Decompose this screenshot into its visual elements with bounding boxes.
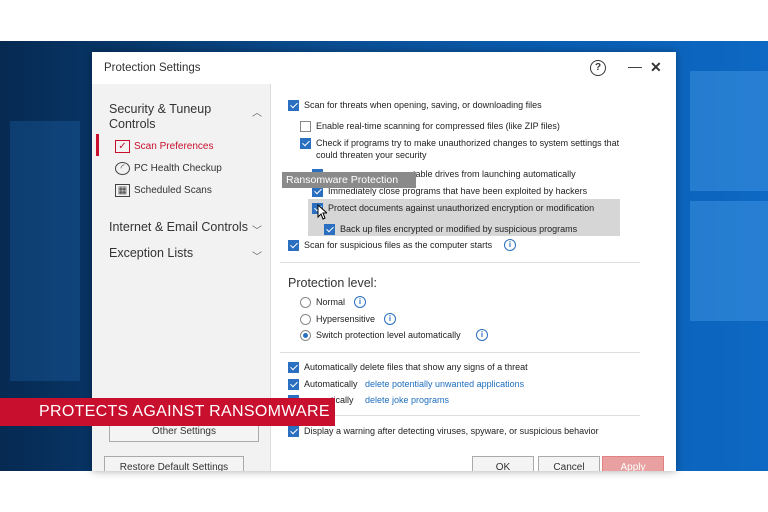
sidebar-section-internet-email[interactable]: Internet & Email Controls [109,220,248,234]
restore-defaults-button[interactable]: Restore Default Settings [104,456,244,471]
caption-banner: PROTECTS AGAINST RANSOMWARE [0,398,335,426]
label-realtime-compressed: Enable real-time scanning for compressed… [316,121,560,131]
cancel-button[interactable]: Cancel [538,456,600,471]
mouse-cursor-icon [317,204,327,220]
tooltip-ransomware-protection: Ransomware Protection [282,172,416,188]
minimize-icon[interactable]: — [628,58,642,74]
title-bar: Protection Settings ? — ✕ [92,52,676,84]
close-icon[interactable]: ✕ [650,59,662,76]
window-title: Protection Settings [104,62,201,74]
windows-logo-pane [690,201,768,321]
checkbox-scan-open[interactable] [288,100,299,111]
windows-logo-pane [690,71,768,191]
sidebar-section-security[interactable]: Security & Tuneup Controls [109,102,229,132]
apply-button[interactable]: Apply [602,456,664,471]
checkbox-realtime-compressed[interactable] [300,121,311,132]
sidebar-item-scheduled-scans[interactable]: Scheduled Scans [134,185,212,196]
sidebar-item-pc-health-checkup[interactable]: PC Health Checkup [134,163,222,174]
label-portable-drives: portable drives from launching automatic… [400,169,576,179]
sidebar-section-exception-lists[interactable]: Exception Lists [109,246,193,260]
light-beam [10,121,80,381]
checkbox-check-programs[interactable] [300,138,311,149]
chevron-down-icon[interactable]: ﹀ [252,248,262,263]
label-check-programs-line1: Check if programs try to make unauthoriz… [316,138,620,148]
label-check-programs-line2: could threaten your security [316,150,427,160]
gauge-icon: ◜ [115,162,130,175]
active-indicator [96,134,99,156]
scan-preferences-icon: ✓ [115,140,130,153]
label-scan-open: Scan for threats when opening, saving, o… [304,100,542,110]
highlighted-ransomware-options [308,199,620,236]
sidebar-item-scan-preferences[interactable]: Scan Preferences [134,141,214,152]
calendar-icon: ▦ [115,184,130,197]
help-circle-icon[interactable]: ? [590,60,606,76]
chevron-down-icon[interactable]: ﹀ [252,222,262,237]
ok-button[interactable]: OK [472,456,534,471]
chevron-up-icon[interactable]: ︿ [252,104,262,119]
